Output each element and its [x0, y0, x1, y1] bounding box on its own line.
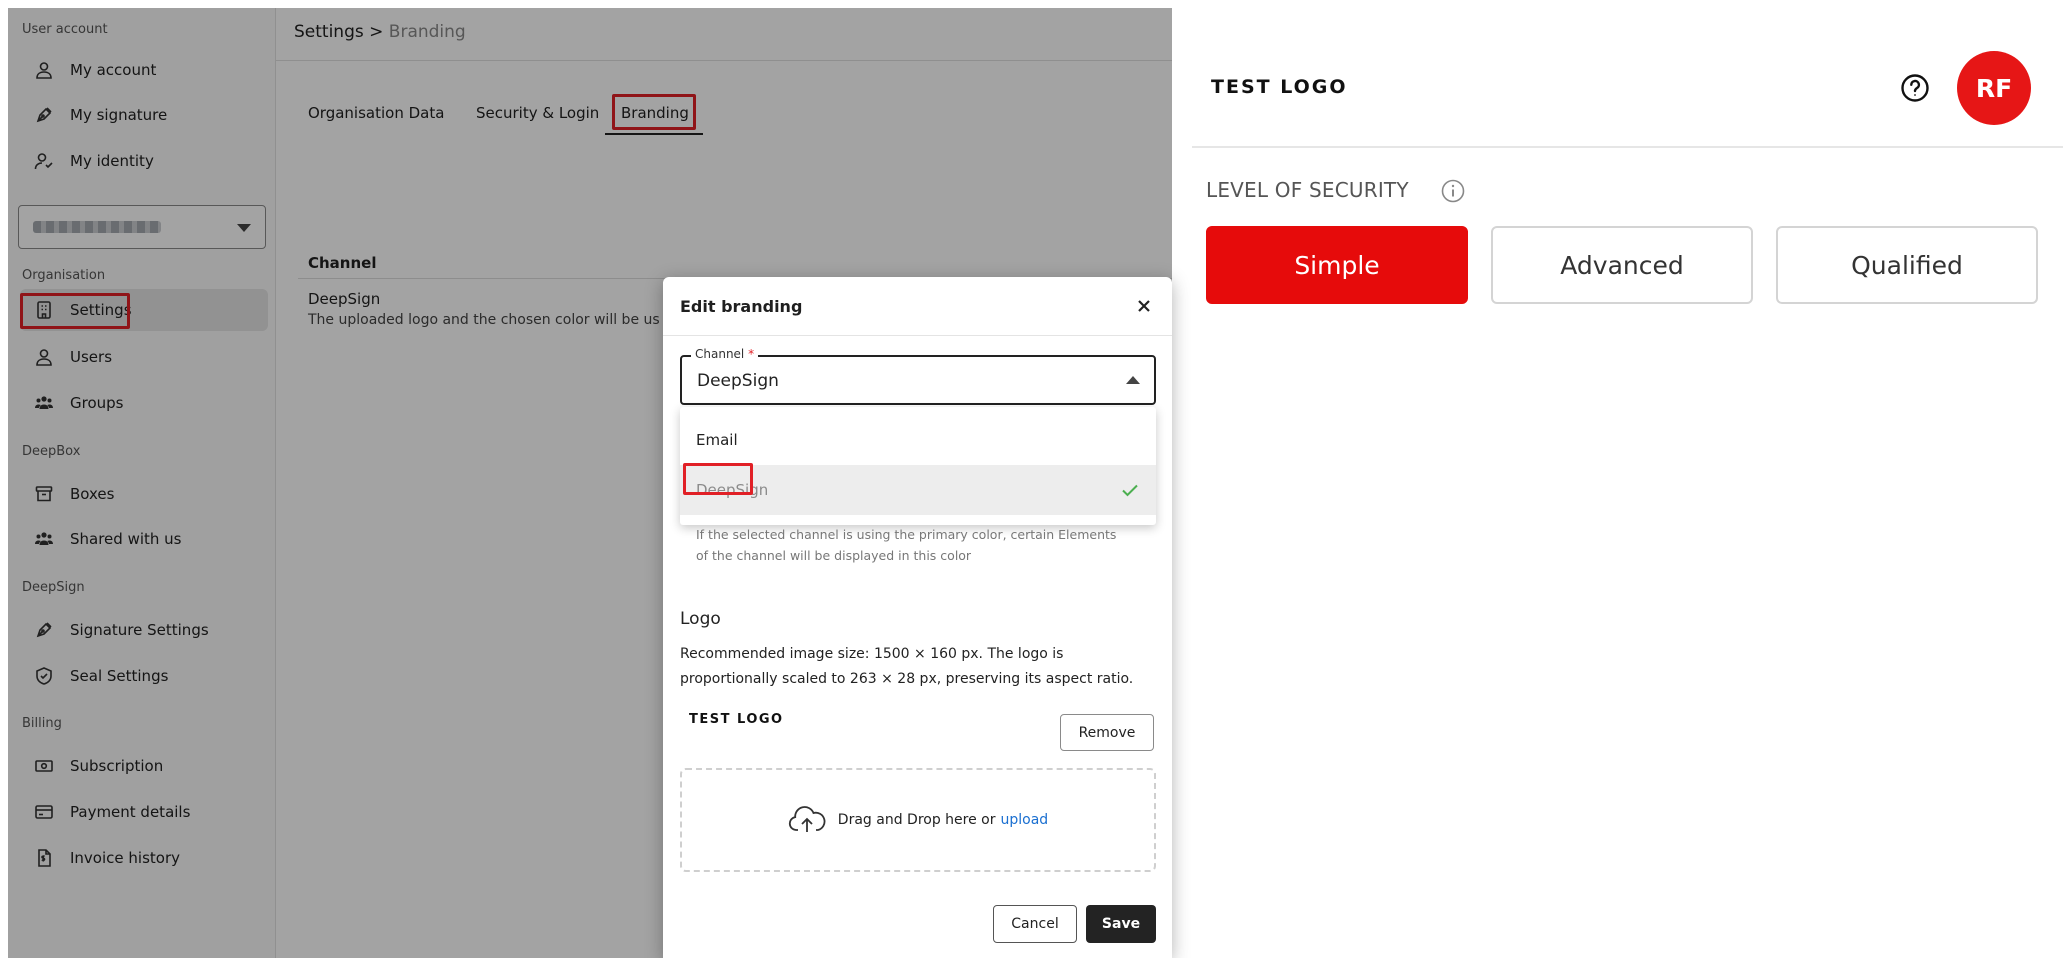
- info-icon[interactable]: [1440, 178, 1466, 204]
- upload-link[interactable]: upload: [1001, 812, 1049, 828]
- logo-section-label: Logo: [680, 609, 721, 629]
- dropzone-text: Drag and Drop here or: [837, 812, 996, 828]
- screenshot-root: User account My account My signature My …: [0, 0, 2063, 958]
- save-button[interactable]: Save: [1086, 905, 1156, 943]
- security-level-simple[interactable]: Simple: [1206, 226, 1468, 304]
- color-help-line-1: If the selected channel is using the pri…: [696, 527, 1117, 542]
- option-label: Email: [696, 431, 738, 449]
- logo-help-line-2: proportionally scaled to 263 × 28 px, pr…: [680, 671, 1134, 687]
- channel-selected-value: DeepSign: [697, 371, 779, 391]
- dialog-title: Edit branding: [680, 297, 803, 316]
- close-icon[interactable]: [1133, 295, 1155, 317]
- branding-preview: TEST LOGO RF LEVEL OF SECURITY Simple Ad…: [1192, 8, 2063, 958]
- security-level-qualified[interactable]: Qualified: [1776, 226, 2038, 304]
- logo-preview: TEST LOGO: [689, 712, 784, 727]
- color-help-line-2: of the channel will be displayed in this…: [696, 548, 972, 563]
- logo-dropzone[interactable]: Drag and Drop here or upload: [680, 768, 1156, 872]
- preview-header-divider: [1192, 146, 2063, 148]
- cancel-button[interactable]: Cancel: [993, 905, 1077, 943]
- channel-label: Channel *: [691, 347, 759, 361]
- dialog-header-divider: [663, 335, 1172, 336]
- avatar[interactable]: RF: [1957, 51, 2031, 125]
- dropdown-option-deepsign[interactable]: DeepSign: [680, 465, 1156, 515]
- remove-logo-button[interactable]: Remove: [1060, 714, 1154, 751]
- preview-logo: TEST LOGO: [1211, 76, 1348, 98]
- required-mark: *: [748, 347, 755, 361]
- channel-select[interactable]: Channel * DeepSign: [680, 347, 1156, 405]
- logo-help-line-1: Recommended image size: 1500 × 160 px. T…: [680, 646, 1064, 662]
- help-icon[interactable]: [1899, 72, 1931, 104]
- option-label: DeepSign: [696, 481, 769, 499]
- dropdown-option-email[interactable]: Email: [680, 417, 1156, 463]
- security-level-label: LEVEL OF SECURITY: [1206, 178, 1409, 202]
- chevron-up-icon: [1126, 376, 1140, 384]
- channel-label-text: Channel: [695, 347, 745, 361]
- color-help-text: If the selected channel is using the pri…: [696, 524, 1146, 566]
- channel-dropdown-menu: Email DeepSign: [680, 407, 1156, 525]
- security-level-advanced[interactable]: Advanced: [1491, 226, 1753, 304]
- check-icon: [1122, 484, 1138, 497]
- cloud-upload-icon: [788, 806, 826, 832]
- edit-branding-dialog: Edit branding Channel * DeepSign Email D…: [663, 277, 1172, 958]
- logo-help-text: Recommended image size: 1500 × 160 px. T…: [680, 642, 1160, 692]
